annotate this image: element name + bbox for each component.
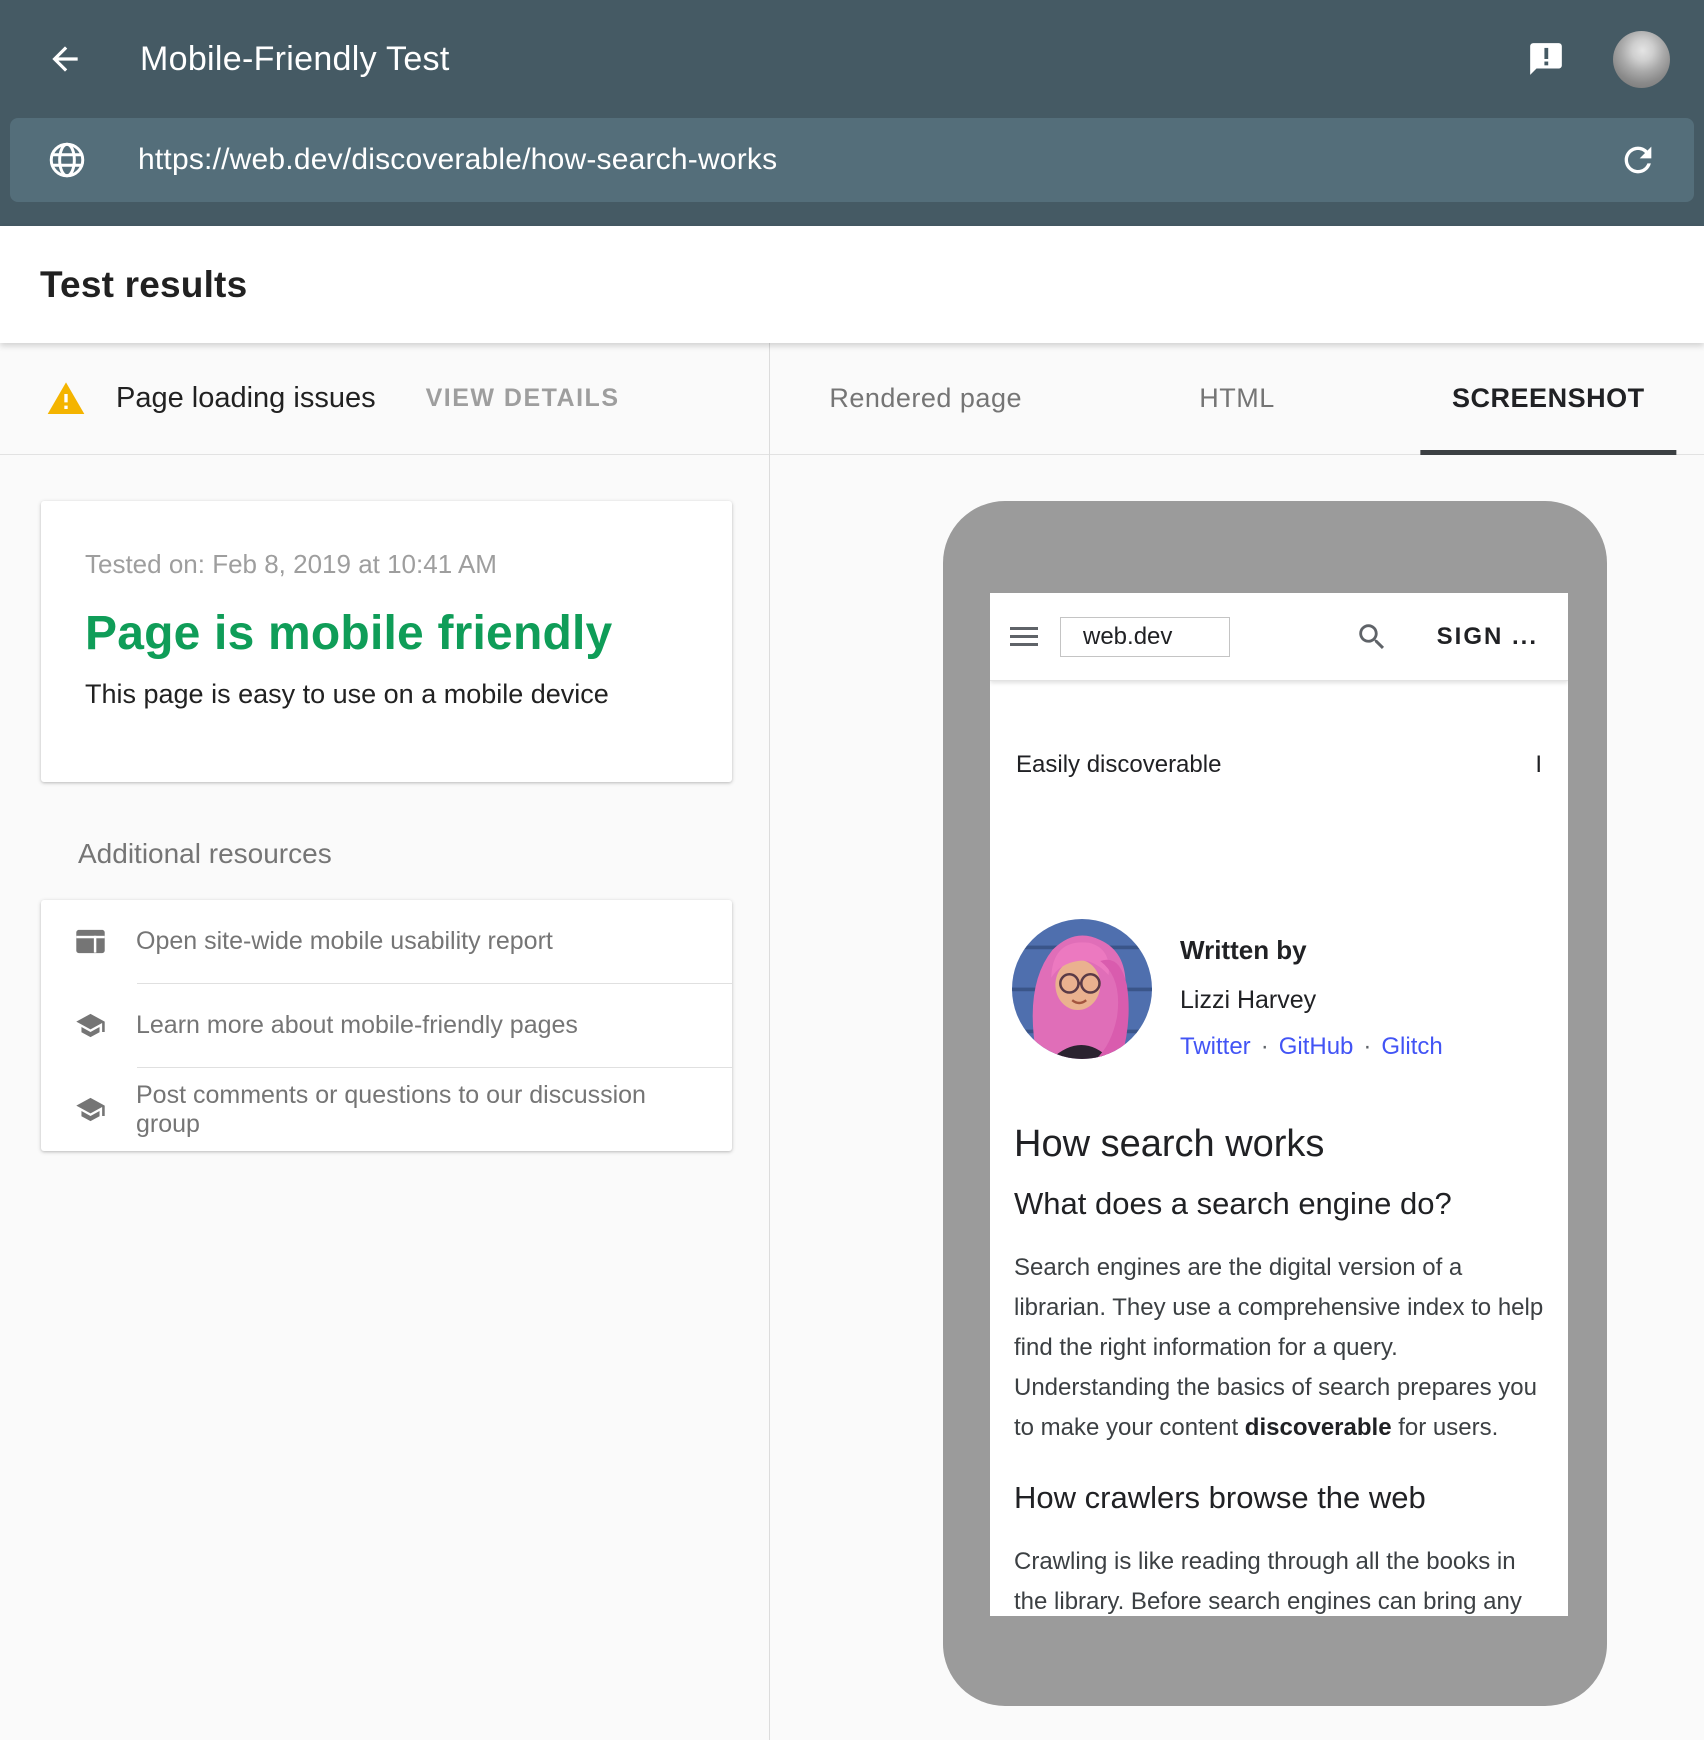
app-bar: Mobile-Friendly Test <box>0 0 1704 118</box>
globe-icon <box>46 139 88 181</box>
author-name: Lizzi Harvey <box>1180 986 1443 1015</box>
tested-url[interactable]: https://web.dev/discoverable/how-search-… <box>138 143 1618 177</box>
section-paragraph: Search engines are the digital version o… <box>1014 1248 1544 1448</box>
twitter-link: Twitter <box>1180 1033 1251 1060</box>
result-card: Tested on: Feb 8, 2019 at 10:41 AM Page … <box>41 501 732 782</box>
resource-label: Learn more about mobile-friendly pages <box>136 1011 578 1040</box>
tested-on-timestamp: Tested on: Feb 8, 2019 at 10:41 AM <box>85 549 688 580</box>
additional-resources-title: Additional resources <box>78 838 769 870</box>
results-panel: Page loading issues VIEW DETAILS Tested … <box>0 343 770 1740</box>
mobile-friendly-test-app: Mobile-Friendly Test https://web.dev/dis… <box>0 0 1704 1740</box>
resource-label: Open site-wide mobile usability report <box>136 927 553 956</box>
page-title: Test results <box>40 264 247 306</box>
feedback-icon[interactable] <box>1527 40 1565 78</box>
screenshot-site-navbar: web.dev SIGN ... <box>990 593 1568 681</box>
warning-icon <box>46 379 86 419</box>
view-details-button[interactable]: VIEW DETAILS <box>426 384 620 413</box>
user-avatar[interactable] <box>1613 31 1670 88</box>
breadcrumb-row: Easily discoverable I <box>1016 751 1542 779</box>
site-name: web.dev <box>1083 623 1172 651</box>
tab-html[interactable]: HTML <box>1081 343 1392 454</box>
refresh-icon[interactable] <box>1618 140 1658 180</box>
page-title-bar: Test results <box>0 226 1704 343</box>
preview-panel: Rendered page HTML SCREENSHOT web.dev SI… <box>770 343 1704 1740</box>
verdict-description: This page is easy to use on a mobile dev… <box>85 679 688 710</box>
app-title: Mobile-Friendly Test <box>140 40 450 79</box>
back-arrow-icon[interactable] <box>46 40 84 78</box>
resource-item-usability-report[interactable]: Open site-wide mobile usability report <box>41 900 732 983</box>
additional-resources-card: Open site-wide mobile usability report L… <box>41 900 732 1151</box>
tab-rendered-page[interactable]: Rendered page <box>770 343 1081 454</box>
author-block: Written by Lizzi Harvey Twitter·GitHub·G… <box>1012 919 1546 1061</box>
url-bar[interactable]: https://web.dev/discoverable/how-search-… <box>10 118 1694 202</box>
sign-in-label: SIGN ... <box>1437 623 1538 651</box>
preview-tabs: Rendered page HTML SCREENSHOT <box>770 343 1704 455</box>
resource-item-learn-more[interactable]: Learn more about mobile-friendly pages <box>41 984 732 1067</box>
site-name-box: web.dev <box>1060 617 1230 657</box>
issues-label: Page loading issues <box>116 382 376 415</box>
glitch-link: Glitch <box>1381 1033 1442 1060</box>
github-link: GitHub <box>1279 1033 1354 1060</box>
verdict-heading: Page is mobile friendly <box>85 606 688 661</box>
resource-item-discussion-group[interactable]: Post comments or questions to our discus… <box>41 1068 732 1151</box>
phone-screenshot: web.dev SIGN ... Easily discoverable I <box>990 593 1568 1616</box>
school-icon <box>75 1010 106 1041</box>
breadcrumb: Easily discoverable <box>1016 751 1221 779</box>
section-paragraph: Crawling is like reading through all the… <box>1014 1542 1544 1616</box>
phone-mockup: web.dev SIGN ... Easily discoverable I <box>943 501 1607 1706</box>
article-title: How search works <box>1014 1123 1544 1166</box>
author-info: Written by Lizzi Harvey Twitter·GitHub·G… <box>1180 919 1443 1061</box>
search-icon <box>1355 620 1389 654</box>
section-heading: How crawlers browse the web <box>1014 1480 1544 1516</box>
author-avatar <box>1012 919 1152 1059</box>
author-links: Twitter·GitHub·Glitch <box>1180 1033 1443 1061</box>
hamburger-menu-icon <box>1010 622 1038 651</box>
tab-screenshot[interactable]: SCREENSHOT <box>1393 343 1704 454</box>
usability-report-icon <box>75 926 106 957</box>
section-heading: What does a search engine do? <box>1014 1186 1544 1222</box>
school-icon <box>75 1094 106 1125</box>
article: How search works What does a search engi… <box>1014 1123 1544 1616</box>
written-by-label: Written by <box>1180 935 1443 966</box>
main-content: Page loading issues VIEW DETAILS Tested … <box>0 343 1704 1740</box>
resource-label: Post comments or questions to our discus… <box>136 1081 698 1139</box>
app-header: Mobile-Friendly Test https://web.dev/dis… <box>0 0 1704 226</box>
page-loading-issues-row: Page loading issues VIEW DETAILS <box>0 343 769 455</box>
clipped-icon: I <box>1535 751 1542 779</box>
